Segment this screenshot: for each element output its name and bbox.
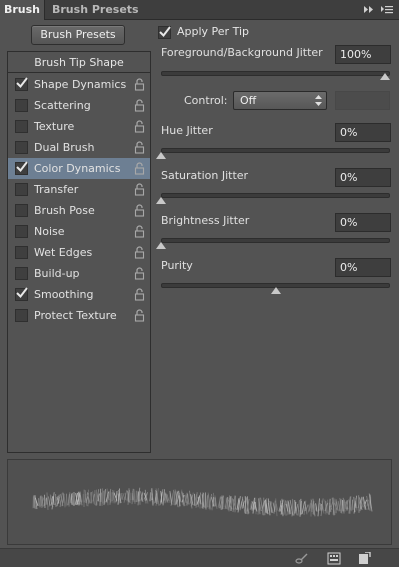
wet-edges-checkbox[interactable] bbox=[15, 246, 28, 259]
brush-presets-button[interactable]: Brush Presets bbox=[31, 25, 125, 45]
noise-checkbox[interactable] bbox=[15, 225, 28, 238]
lock-icon[interactable] bbox=[134, 78, 145, 91]
list-item-color-dynamics[interactable]: Color Dynamics bbox=[8, 158, 150, 179]
saturation-jitter-slider-handle[interactable] bbox=[156, 197, 166, 204]
lock-icon[interactable] bbox=[134, 267, 145, 280]
fg-bg-jitter-slider-handle[interactable] bbox=[380, 73, 390, 80]
lock-icon[interactable] bbox=[134, 99, 145, 112]
new-brush-preset-icon[interactable] bbox=[357, 552, 371, 565]
fg-bg-jitter-slider[interactable] bbox=[161, 71, 390, 76]
panel-bottom-bar bbox=[0, 548, 399, 567]
list-item-protect-texture[interactable]: Protect Texture bbox=[8, 305, 150, 326]
apply-per-tip-label: Apply Per Tip bbox=[177, 25, 249, 38]
brightness-jitter-slider[interactable] bbox=[161, 238, 390, 243]
list-item-transfer[interactable]: Transfer bbox=[8, 179, 150, 200]
lock-icon[interactable] bbox=[134, 141, 145, 154]
tab-brush[interactable]: Brush bbox=[0, 0, 45, 20]
panel-menu-icon[interactable] bbox=[381, 4, 393, 15]
tab-brush-presets[interactable]: Brush Presets bbox=[52, 0, 139, 20]
noise-label: Noise bbox=[34, 225, 65, 238]
transfer-label: Transfer bbox=[34, 183, 79, 196]
control-select-value: Off bbox=[240, 94, 257, 107]
texture-checkbox[interactable] bbox=[15, 120, 28, 133]
texture-label: Texture bbox=[34, 120, 75, 133]
control-fade-field bbox=[335, 91, 390, 110]
brush-pose-toggle-icon[interactable] bbox=[294, 552, 308, 565]
create-new-brush-icon[interactable] bbox=[327, 552, 341, 565]
saturation-jitter-slider[interactable] bbox=[161, 193, 390, 198]
shape-dynamics-label: Shape Dynamics bbox=[34, 78, 127, 91]
fg-bg-jitter-value[interactable]: 100% bbox=[335, 45, 391, 64]
purity-label: Purity bbox=[161, 259, 193, 272]
hue-jitter-label: Hue Jitter bbox=[161, 124, 213, 137]
brightness-jitter-label: Brightness Jitter bbox=[161, 214, 250, 227]
list-item-noise[interactable]: Noise bbox=[8, 221, 150, 242]
checkmark-icon bbox=[16, 161, 28, 173]
lock-icon[interactable] bbox=[134, 183, 145, 196]
brush-stroke-preview bbox=[7, 459, 392, 545]
lock-icon[interactable] bbox=[134, 309, 145, 322]
control-select[interactable]: Off bbox=[233, 91, 327, 110]
brush-tip-shape-item[interactable]: Brush Tip Shape bbox=[8, 52, 150, 73]
list-item-dual-brush[interactable]: Dual Brush bbox=[8, 137, 150, 158]
list-item-brush-pose[interactable]: Brush Pose bbox=[8, 200, 150, 221]
purity-value[interactable]: 0% bbox=[335, 258, 391, 277]
lock-icon[interactable] bbox=[134, 162, 145, 175]
double-chevron-right-icon[interactable] bbox=[363, 4, 375, 15]
list-item-smoothing[interactable]: Smoothing bbox=[8, 284, 150, 305]
list-item-scattering[interactable]: Scattering bbox=[8, 95, 150, 116]
lock-icon[interactable] bbox=[134, 120, 145, 133]
hue-jitter-value[interactable]: 0% bbox=[335, 123, 391, 142]
brush-pose-label: Brush Pose bbox=[34, 204, 95, 217]
scattering-checkbox[interactable] bbox=[15, 99, 28, 112]
lock-icon[interactable] bbox=[134, 288, 145, 301]
color-dynamics-label: Color Dynamics bbox=[34, 162, 121, 175]
checkmark-icon bbox=[16, 77, 28, 89]
dual-brush-label: Dual Brush bbox=[34, 141, 95, 154]
saturation-jitter-label: Saturation Jitter bbox=[161, 169, 249, 182]
brush-pose-checkbox[interactable] bbox=[15, 204, 28, 217]
build-up-checkbox[interactable] bbox=[15, 267, 28, 280]
updown-arrows-icon bbox=[315, 95, 322, 106]
build-up-label: Build-up bbox=[34, 267, 80, 280]
list-item-build-up[interactable]: Build-up bbox=[8, 263, 150, 284]
list-item-wet-edges[interactable]: Wet Edges bbox=[8, 242, 150, 263]
transfer-checkbox[interactable] bbox=[15, 183, 28, 196]
lock-icon[interactable] bbox=[134, 204, 145, 217]
wet-edges-label: Wet Edges bbox=[34, 246, 93, 259]
lock-icon[interactable] bbox=[134, 246, 145, 259]
stroke-preview-image bbox=[32, 487, 373, 517]
brush-settings-list: Brush Tip Shape Shape Dynamics Scattering… bbox=[7, 51, 151, 453]
dual-brush-checkbox[interactable] bbox=[15, 141, 28, 154]
protect-texture-checkbox[interactable] bbox=[15, 309, 28, 322]
hue-jitter-slider-handle[interactable] bbox=[156, 152, 166, 159]
smoothing-label: Smoothing bbox=[34, 288, 94, 301]
brightness-jitter-value[interactable]: 0% bbox=[335, 213, 391, 232]
saturation-jitter-value[interactable]: 0% bbox=[335, 168, 391, 187]
list-item-texture[interactable]: Texture bbox=[8, 116, 150, 137]
purity-slider-handle[interactable] bbox=[270, 287, 281, 294]
hue-jitter-slider[interactable] bbox=[161, 148, 390, 153]
control-label: Control: bbox=[184, 94, 228, 107]
lock-icon[interactable] bbox=[134, 225, 145, 238]
fg-bg-jitter-label: Foreground/Background Jitter bbox=[161, 46, 323, 59]
protect-texture-label: Protect Texture bbox=[34, 309, 117, 322]
brightness-jitter-slider-handle[interactable] bbox=[156, 242, 166, 249]
list-item-shape-dynamics[interactable]: Shape Dynamics bbox=[8, 74, 150, 95]
checkmark-icon bbox=[16, 287, 28, 299]
panel-tab-bar: Brush Brush Presets bbox=[0, 0, 399, 20]
scattering-label: Scattering bbox=[34, 99, 91, 112]
checkmark-icon bbox=[159, 26, 171, 38]
